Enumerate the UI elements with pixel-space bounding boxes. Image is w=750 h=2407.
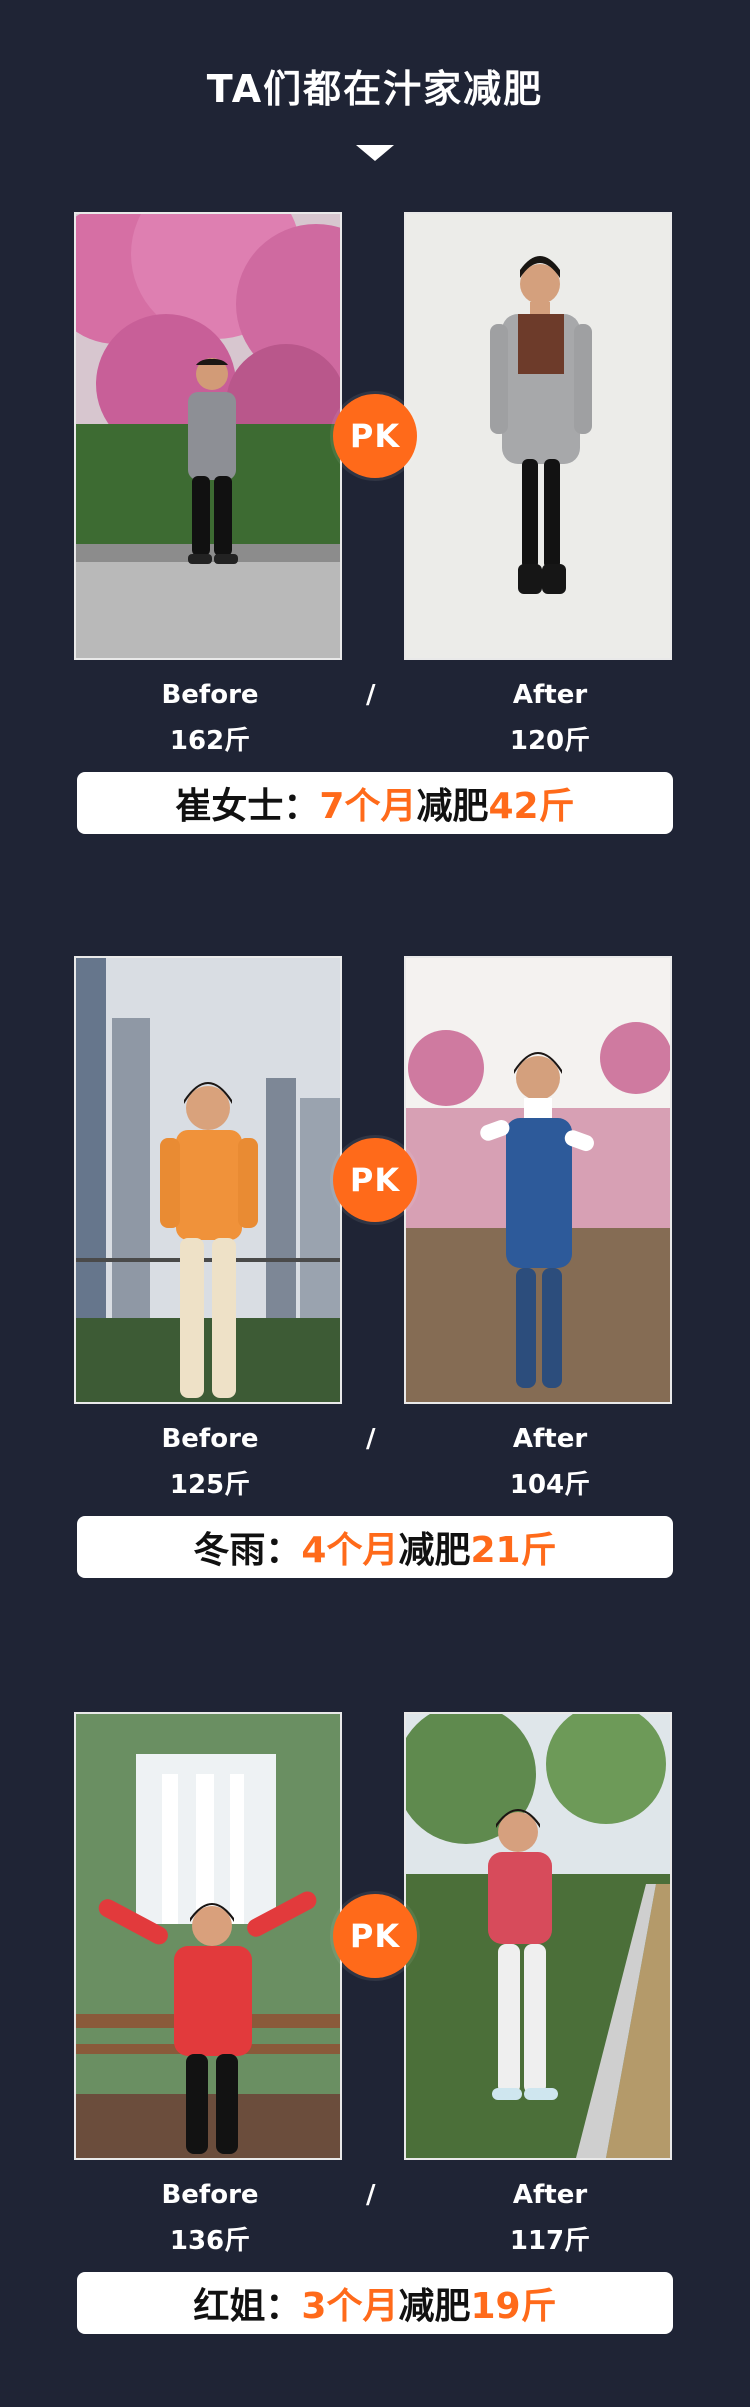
after-photo-image xyxy=(406,958,670,1402)
after-weight: 117斤 xyxy=(509,2226,591,2256)
before-weight: 125斤 xyxy=(169,1470,251,1500)
after-weight: 120斤 xyxy=(509,726,591,756)
after-label: After xyxy=(512,2180,588,2210)
pk-badge-icon: PK xyxy=(333,1894,417,1978)
before-photo xyxy=(74,212,342,660)
person-name: 冬雨： xyxy=(193,1530,302,1571)
pk-badge-icon: PK xyxy=(333,394,417,478)
before-weight: 136斤 xyxy=(169,2226,251,2256)
triangle-down-icon xyxy=(356,145,394,161)
before-photo-image xyxy=(76,958,340,1402)
before-photo xyxy=(74,956,342,1404)
duration: 3个月 xyxy=(301,2286,399,2327)
after-photo-image xyxy=(406,214,670,658)
weight-lost: 21斤 xyxy=(470,1530,557,1571)
separator-slash: / xyxy=(366,680,376,710)
weight-lost: 19斤 xyxy=(470,2286,557,2327)
before-label: Before xyxy=(161,1424,259,1454)
duration: 7个月 xyxy=(319,786,417,827)
page-title: TA们都在汁家减肥 xyxy=(206,67,544,111)
result-summary: 崔女士： 7个月 减肥 42斤 xyxy=(77,772,673,834)
before-label: Before xyxy=(161,2180,259,2210)
summary-mid: 减肥 xyxy=(416,786,489,827)
result-summary: 红姐： 3个月 减肥 19斤 xyxy=(77,2272,673,2334)
summary-mid: 减肥 xyxy=(398,1530,471,1571)
before-label: Before xyxy=(161,680,259,710)
after-photo xyxy=(404,956,672,1404)
separator-slash: / xyxy=(366,2180,376,2210)
after-photo xyxy=(404,212,672,660)
pk-badge-icon: PK xyxy=(333,1138,417,1222)
comparison-card-2: PK Before / After 125斤 104斤 冬雨： 4个月 减肥 2… xyxy=(0,956,750,1596)
after-weight: 104斤 xyxy=(509,1470,591,1500)
after-photo-image xyxy=(406,1714,670,2158)
comparison-card-1: PK Before / After 162斤 120斤 崔女士： 7个月 减肥 … xyxy=(0,212,750,852)
separator-slash: / xyxy=(366,1424,376,1454)
after-label: After xyxy=(512,680,588,710)
before-photo-image xyxy=(76,1714,340,2158)
before-photo xyxy=(74,1712,342,2160)
before-weight: 162斤 xyxy=(169,726,251,756)
after-photo xyxy=(404,1712,672,2160)
person-name: 崔女士： xyxy=(175,786,320,827)
result-summary: 冬雨： 4个月 减肥 21斤 xyxy=(77,1516,673,1578)
duration: 4个月 xyxy=(301,1530,399,1571)
comparison-card-3: PK Before / After 136斤 117斤 红姐： 3个月 减肥 1… xyxy=(0,1712,750,2352)
after-label: After xyxy=(512,1424,588,1454)
person-name: 红姐： xyxy=(193,2286,302,2327)
before-photo-image xyxy=(76,214,340,658)
summary-mid: 减肥 xyxy=(398,2286,471,2327)
weight-lost: 42斤 xyxy=(488,786,575,827)
